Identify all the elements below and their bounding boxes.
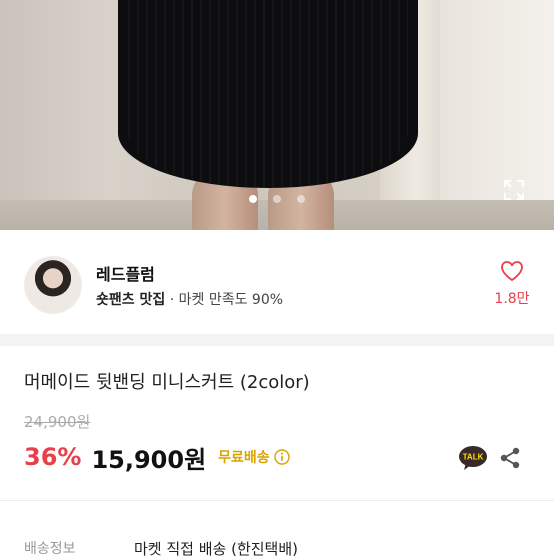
seller-avatar[interactable] [24,256,82,314]
seller-name[interactable]: 레드플럼 [96,261,155,285]
free-shipping-label: 무료배송 [218,450,270,466]
shipping-info-value: 마켓 직접 배송 (한진택배) [134,540,299,558]
original-price: 24,900원 [24,413,91,431]
expand-icon[interactable] [503,179,525,201]
pagination-dot-3[interactable] [297,195,305,203]
seller-section[interactable]: 레드플럼 숏팬츠 맛집 · 마켓 만족도 90% 1.8만 [0,238,554,334]
heart-icon [501,261,523,282]
skirt-photo [118,0,418,188]
shipping-info-label: 배송정보 [24,541,76,557]
like-count: 1.8만 [494,291,530,307]
kakao-talk-button[interactable]: TALK [458,445,488,471]
section-divider [0,334,554,346]
talk-label: TALK [463,453,484,462]
like-button[interactable]: 1.8만 [492,260,532,308]
share-icon[interactable] [498,446,522,470]
sale-price: 15,900원 [91,445,207,474]
seller-subline: 숏팬츠 맛집 · 마켓 만족도 90% [96,289,283,309]
discount-rate: 36% [24,443,82,471]
section-separator [0,500,554,501]
pagination-dot-2[interactable] [273,195,281,203]
seller-satisfaction: · 마켓 만족도 90% [169,292,284,308]
price-row: 36% 15,900원 무료배송 [24,441,290,474]
product-title: 머메이드 뒷밴딩 미니스커트 (2color) [24,372,310,393]
info-icon[interactable] [273,449,290,465]
image-pagination [0,195,554,203]
seller-tagline: 숏팬츠 맛집 [96,292,166,308]
pagination-dot-1[interactable] [249,195,257,203]
